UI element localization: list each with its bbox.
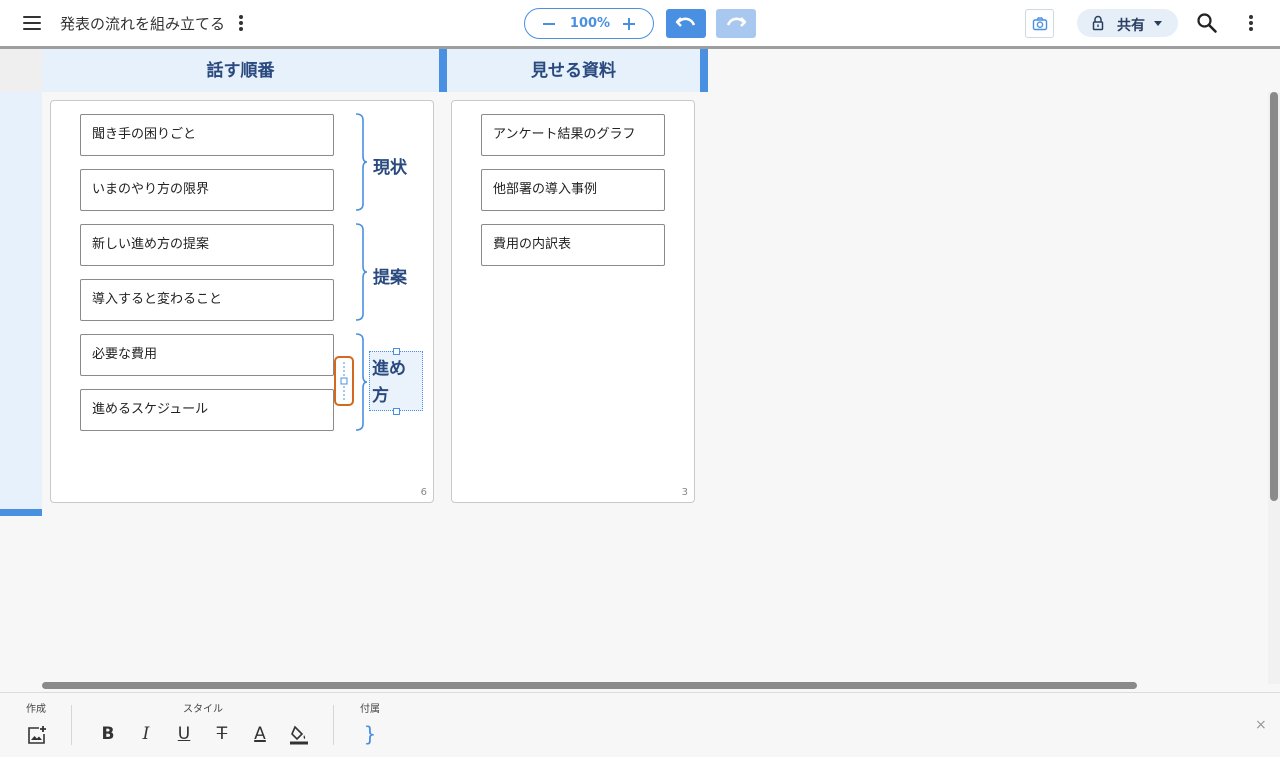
- screenshot-button[interactable]: [1025, 9, 1054, 38]
- zoom-level[interactable]: 100%: [565, 16, 615, 31]
- italic-button[interactable]: I: [133, 721, 159, 747]
- search-icon[interactable]: [1196, 12, 1218, 34]
- undo-button[interactable]: [666, 9, 706, 38]
- order-card[interactable]: 導入すると変わること: [80, 279, 334, 321]
- close-icon[interactable]: ×: [1255, 717, 1267, 733]
- share-button[interactable]: 共有: [1077, 9, 1178, 37]
- order-card[interactable]: 新しい進め方の提案: [80, 224, 334, 266]
- underline-button[interactable]: U: [171, 721, 197, 747]
- card-count: 6: [420, 487, 427, 498]
- order-card[interactable]: 進めるスケジュール: [80, 389, 334, 431]
- brace-icon[interactable]: }: [357, 721, 383, 747]
- materials-panel[interactable]: 3: [451, 100, 695, 503]
- toolbar-divider: [71, 705, 72, 745]
- order-card[interactable]: いまのやり方の限界: [80, 169, 334, 211]
- caret-down-icon: [1154, 21, 1162, 26]
- toolbar-divider: [333, 705, 334, 745]
- document-title[interactable]: 発表の流れを組み立てる: [60, 13, 225, 34]
- group-brace[interactable]: [352, 222, 368, 322]
- zoom-control: 100%: [524, 8, 654, 39]
- text-color-button[interactable]: A: [247, 721, 273, 747]
- row-header-corner: [0, 49, 42, 92]
- column-title: 話す順番: [206, 61, 275, 81]
- top-bar: 発表の流れを組み立てる 100% 共有: [0, 0, 1280, 46]
- bottom-toolbar: 作成 スタイル B I U T A 付属 } ×: [0, 692, 1280, 757]
- add-image-button[interactable]: [23, 721, 49, 747]
- strikethrough-button[interactable]: T: [209, 721, 235, 747]
- group-brace-selected[interactable]: [352, 332, 368, 432]
- column-title: 見せる資料: [531, 61, 616, 81]
- group-label[interactable]: 提案: [373, 263, 407, 288]
- style-section-label: スタイル: [183, 704, 223, 715]
- add-image-icon: [28, 726, 46, 744]
- menu-icon[interactable]: [20, 11, 44, 35]
- material-card[interactable]: 費用の内訳表: [481, 224, 665, 266]
- share-label: 共有: [1117, 18, 1145, 34]
- card-count: 3: [681, 487, 688, 498]
- fill-color-button[interactable]: [285, 721, 311, 747]
- group-label[interactable]: 現状: [373, 153, 407, 178]
- group-brace[interactable]: [352, 112, 368, 212]
- material-card[interactable]: アンケート結果のグラフ: [481, 114, 665, 156]
- column-header-order[interactable]: 話す順番: [42, 49, 447, 92]
- order-card[interactable]: 必要な費用: [80, 334, 334, 376]
- zoom-in-icon[interactable]: [618, 13, 640, 35]
- group-label-selected[interactable]: 進め方: [372, 356, 420, 410]
- redo-button[interactable]: [716, 9, 756, 38]
- attach-section-label: 付属: [360, 704, 380, 715]
- undo-icon: [675, 17, 696, 27]
- more-options-icon[interactable]: [1243, 12, 1259, 34]
- camera-icon: [1032, 17, 1048, 31]
- bold-button[interactable]: B: [95, 721, 121, 747]
- zoom-out-icon[interactable]: [538, 13, 560, 35]
- brace-drag-handle[interactable]: [338, 360, 350, 402]
- create-section-label: 作成: [26, 704, 46, 715]
- row-header[interactable]: [0, 92, 42, 509]
- fill-color-icon: [290, 725, 308, 745]
- material-card[interactable]: 他部署の導入事例: [481, 169, 665, 211]
- redo-icon: [726, 17, 747, 27]
- vertical-scroll-thumb[interactable]: [1270, 92, 1278, 501]
- order-card[interactable]: 聞き手の困りごと: [80, 114, 334, 156]
- title-more-icon[interactable]: [233, 12, 249, 34]
- column-header-materials[interactable]: 見せる資料: [447, 49, 708, 92]
- lock-icon: [1092, 15, 1104, 31]
- resize-handle-bottom[interactable]: [393, 408, 400, 415]
- resize-handle-top[interactable]: [393, 348, 400, 355]
- horizontal-scroll-thumb[interactable]: [42, 682, 1137, 689]
- column-resize-handle[interactable]: [439, 49, 447, 92]
- column-resize-handle[interactable]: [700, 49, 708, 92]
- row-resize-handle[interactable]: [0, 509, 42, 516]
